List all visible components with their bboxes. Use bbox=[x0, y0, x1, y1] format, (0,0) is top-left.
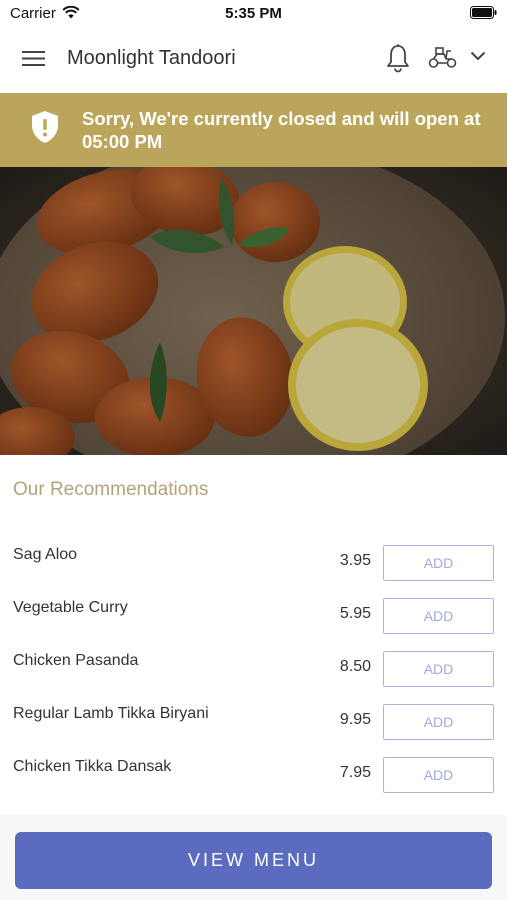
item-price: 5.95 bbox=[339, 605, 371, 622]
hero-image bbox=[0, 167, 507, 455]
item-name: Regular Lamb Tikka Biryani bbox=[13, 705, 209, 722]
status-bar: Carrier 5:35 PM bbox=[0, 0, 507, 28]
list-item: Chicken Pasanda 8.50 ADD bbox=[0, 636, 507, 689]
page-title: Moonlight Tandoori bbox=[67, 47, 236, 69]
view-menu-button[interactable]: VIEW MENU bbox=[15, 832, 492, 889]
item-name: Chicken Tikka Dansak bbox=[13, 758, 172, 775]
list-item: Regular Lamb Tikka Biryani 9.95 ADD bbox=[0, 689, 507, 742]
recommendations-title: Our Recommendations bbox=[13, 479, 209, 500]
add-button[interactable]: ADD bbox=[383, 545, 494, 581]
closed-banner: Sorry, We're currently closed and will o… bbox=[0, 93, 507, 167]
item-name: Sag Aloo bbox=[13, 546, 78, 563]
item-price: 7.95 bbox=[339, 764, 371, 781]
item-name: Vegetable Curry bbox=[13, 599, 128, 616]
bell-icon[interactable] bbox=[385, 43, 411, 73]
chevron-down-icon[interactable] bbox=[470, 51, 486, 61]
list-item: Chicken Tikka Dansak 7.95 ADD bbox=[0, 742, 507, 795]
item-name: Chicken Pasanda bbox=[13, 652, 139, 669]
battery-icon bbox=[470, 6, 497, 19]
closed-message: Sorry, We're currently closed and will o… bbox=[82, 108, 481, 152]
add-button[interactable]: ADD bbox=[383, 651, 494, 687]
list-item: Sag Aloo 3.95 ADD bbox=[0, 530, 507, 583]
add-button[interactable]: ADD bbox=[383, 598, 494, 634]
delivery-scooter-icon[interactable] bbox=[427, 46, 458, 70]
item-price: 3.95 bbox=[339, 552, 371, 569]
add-button[interactable]: ADD bbox=[383, 757, 494, 793]
menu-icon[interactable] bbox=[22, 50, 45, 67]
list-item: Vegetable Curry 5.95 ADD bbox=[0, 583, 507, 636]
item-price: 8.50 bbox=[339, 658, 371, 675]
bottom-bar: VIEW MENU bbox=[0, 815, 507, 900]
app-header: Moonlight Tandoori bbox=[0, 28, 507, 92]
add-button[interactable]: ADD bbox=[383, 704, 494, 740]
clock: 5:35 PM bbox=[225, 5, 282, 22]
item-price: 9.95 bbox=[339, 711, 371, 728]
shield-alert-icon bbox=[32, 111, 58, 143]
